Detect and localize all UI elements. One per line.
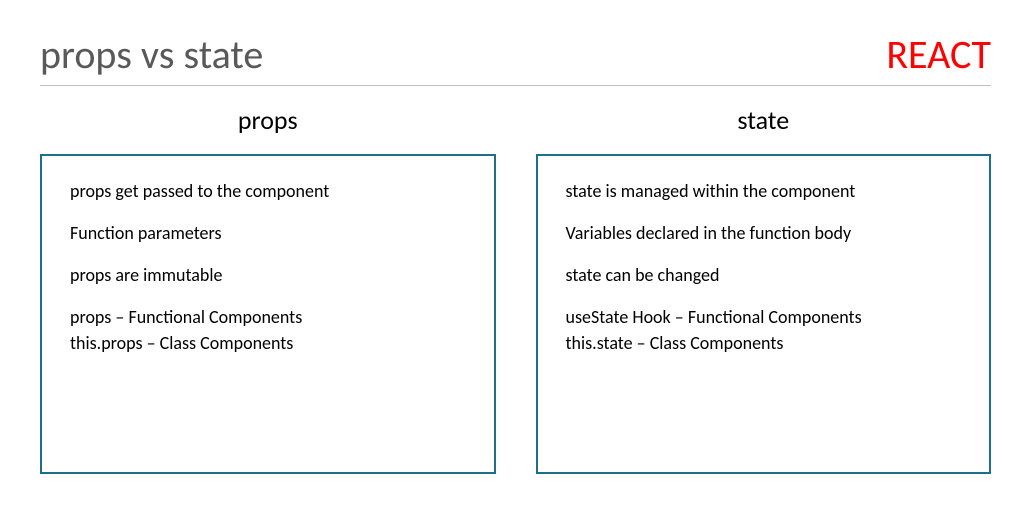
list-item-group: useState Hook – Functional Components th…: [566, 304, 962, 356]
left-box: props get passed to the component Functi…: [40, 154, 496, 474]
right-box: state is managed within the component Va…: [536, 154, 992, 474]
list-item: this.state – Class Components: [566, 330, 962, 356]
list-item-group: props – Functional Components this.props…: [70, 304, 466, 356]
left-heading: props: [40, 104, 496, 136]
right-heading: state: [536, 104, 992, 136]
list-item: Variables declared in the function body: [566, 220, 962, 246]
list-item: props – Functional Components: [70, 304, 466, 330]
slide-title: props vs state: [40, 30, 263, 79]
list-item: state can be changed: [566, 262, 962, 288]
list-item: props get passed to the component: [70, 178, 466, 204]
list-item: state is managed within the component: [566, 178, 962, 204]
left-column: props props get passed to the component …: [40, 104, 496, 474]
list-item: props are immutable: [70, 262, 466, 288]
list-item: Function parameters: [70, 220, 466, 246]
slide-brand: REACT: [886, 30, 991, 79]
list-item: this.props – Class Components: [70, 330, 466, 356]
columns-container: props props get passed to the component …: [40, 104, 991, 474]
slide-header: props vs state REACT: [40, 30, 991, 86]
list-item: useState Hook – Functional Components: [566, 304, 962, 330]
right-column: state state is managed within the compon…: [536, 104, 992, 474]
